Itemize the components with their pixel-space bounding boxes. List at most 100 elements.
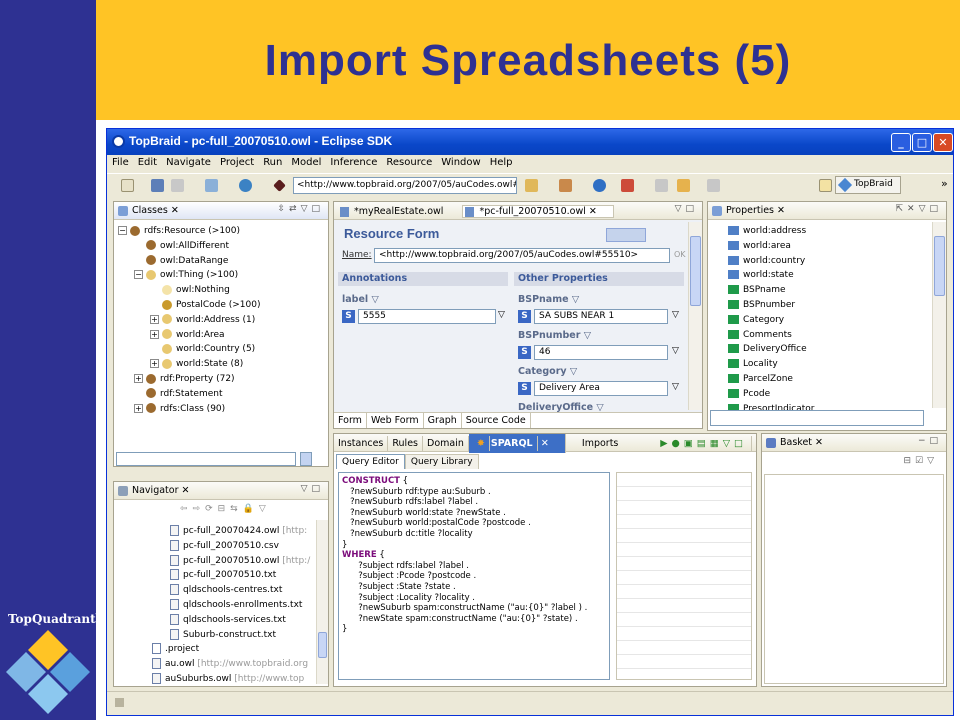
navigator-file-item[interactable]: pc-full_20070510.owl [http:/ [170, 554, 310, 569]
editor-tab-myrealestate[interactable]: *myRealEstate.owl [338, 206, 459, 217]
form-layout-icons[interactable] [606, 228, 646, 242]
save-icon[interactable] [151, 179, 164, 192]
tab-domain[interactable]: Domain [423, 436, 469, 451]
tab-imports[interactable]: Imports [578, 436, 622, 451]
tab-sparql[interactable]: ✸ SPARQL ✕ [468, 434, 566, 453]
tree-toggle[interactable]: − [134, 270, 143, 280]
navigator-scrollbar[interactable] [316, 520, 328, 684]
resource-name-field[interactable]: <http://www.topbraid.org/2007/05/auCodes… [374, 248, 670, 263]
property-item[interactable]: Pcode [728, 387, 770, 402]
menu-resource[interactable]: Resource [381, 155, 436, 168]
label-value-field[interactable]: 5555 [358, 309, 496, 324]
tree-toggle[interactable]: + [150, 329, 159, 339]
basket-tab[interactable]: Basket ✕ −□ [762, 434, 946, 452]
property-value-field[interactable]: Delivery Area [534, 381, 668, 396]
property-item[interactable]: BSPname [728, 283, 786, 298]
editor-tab-pc-full[interactable]: *pc-full_20070510.owl ✕ [462, 205, 614, 218]
navigator-file-item[interactable]: .project [152, 642, 199, 657]
forward-arrow-icon[interactable] [707, 179, 720, 192]
property-item[interactable]: DeliveryOffice [728, 342, 807, 357]
label-dropdown-icon[interactable]: ▽ [498, 310, 505, 320]
class-tree-item[interactable]: owl:AllDifferent [134, 239, 229, 254]
property-name[interactable]: BSPnumber ▽ [518, 330, 591, 341]
properties-tab[interactable]: Properties ✕ ⇱✕▽□ [708, 202, 946, 220]
menu-run[interactable]: Run [258, 155, 286, 168]
property-item[interactable]: world:address [728, 224, 806, 239]
classes-tab[interactable]: Classes ✕ ⇳⇄▽□ [114, 202, 328, 220]
navigator-file-item[interactable]: au.owl [http://www.topbraid.org [152, 657, 308, 672]
tab-web-form[interactable]: Web Form [367, 413, 424, 428]
property-dropdown-icon[interactable]: ▽ [672, 382, 679, 392]
tree-toggle[interactable]: + [150, 314, 159, 324]
new-icon[interactable] [121, 179, 134, 192]
import-icon[interactable] [559, 179, 572, 192]
navigator-file-item[interactable]: auSuburbs.owl [http://www.top [152, 672, 304, 686]
tree-toggle[interactable]: + [134, 374, 143, 383]
menu-project[interactable]: Project [215, 155, 258, 168]
stop-icon[interactable] [621, 179, 634, 192]
property-item[interactable]: world:area [728, 239, 791, 254]
navigator-toolbar[interactable]: ⇦⇨⟳⊟⇆🔒▽ [180, 504, 271, 514]
outline-icon[interactable] [205, 179, 218, 192]
properties-scrollbar[interactable] [932, 222, 946, 408]
subtab-query-library[interactable]: Query Library [404, 454, 479, 469]
menu-file[interactable]: File [107, 155, 133, 168]
basket-toolbar[interactable]: ⊟☑▽ [903, 456, 938, 466]
class-tree-item[interactable]: + world:State (8) [150, 357, 243, 372]
navigator-file-item[interactable]: qldschools-centres.txt [170, 583, 282, 598]
property-item[interactable]: world:country [728, 254, 805, 269]
ok-button[interactable]: OK [674, 250, 686, 259]
menu-model[interactable]: Model [286, 155, 325, 168]
class-tree-item[interactable]: − owl:Thing (>100) [134, 268, 238, 283]
editor-scrollbar[interactable] [688, 222, 702, 410]
property-item[interactable]: world:state [728, 268, 794, 283]
property-item[interactable]: Locality [728, 357, 778, 372]
property-dropdown-icon[interactable]: ▽ [672, 310, 679, 320]
class-tree-item[interactable]: + rdfs:Class (90) [134, 402, 225, 417]
tab-form[interactable]: Form [334, 413, 367, 428]
menu-help[interactable]: Help [485, 155, 517, 168]
class-tree-item[interactable]: rdf:Statement [134, 387, 223, 402]
navigator-file-item[interactable]: pc-full_20070424.owl [http: [170, 524, 307, 539]
class-tree-item[interactable]: owl:Nothing [150, 283, 230, 298]
navigator-tab[interactable]: Navigator ✕ ▽□ [114, 482, 328, 500]
tab-rules[interactable]: Rules [388, 436, 423, 451]
class-tree-item[interactable]: + world:Area [150, 328, 225, 343]
class-tree-item[interactable]: PostalCode (>100) [150, 298, 261, 313]
navigator-file-item[interactable]: pc-full_20070510.txt [170, 568, 276, 583]
menu-inference[interactable]: Inference [325, 155, 381, 168]
navigator-file-item[interactable]: Suburb-construct.txt [170, 628, 276, 643]
property-item[interactable]: ParcelZone [728, 372, 793, 387]
class-tree-item[interactable]: + rdf:Property (72) [134, 372, 235, 387]
tab-instances[interactable]: Instances [334, 436, 389, 451]
class-tree-item[interactable]: + world:Address (1) [150, 313, 255, 328]
tab-source-code[interactable]: Source Code [462, 413, 531, 428]
menu-navigate[interactable]: Navigate [161, 155, 215, 168]
run-icon[interactable] [593, 179, 606, 192]
perspective-topbraid-button[interactable]: TopBraid [835, 176, 901, 194]
tree-toggle[interactable]: + [134, 403, 143, 413]
back-grey-icon[interactable] [655, 179, 668, 192]
minimize-button[interactable]: _ [891, 133, 911, 152]
subtab-query-editor[interactable]: Query Editor [336, 454, 405, 469]
toolbar-more-chevron[interactable]: » [941, 177, 948, 190]
class-search-field[interactable] [116, 452, 296, 466]
navigator-file-item[interactable]: qldschools-enrollments.txt [170, 598, 302, 613]
back-arrow-icon[interactable] [677, 179, 690, 192]
class-tree-item[interactable]: owl:DataRange [134, 254, 228, 269]
menu-window[interactable]: Window [436, 155, 484, 168]
properties-search-field[interactable] [710, 410, 924, 426]
navigator-file-item[interactable]: pc-full_20070510.csv [170, 539, 279, 554]
property-name[interactable]: BSPname ▽ [518, 294, 579, 305]
editor-scroll-thumb[interactable] [690, 236, 701, 306]
tree-toggle[interactable]: + [150, 359, 159, 369]
home-icon[interactable] [525, 179, 538, 192]
property-name[interactable]: Category ▽ [518, 366, 577, 377]
navigator-scroll-thumb[interactable] [318, 632, 327, 658]
print-icon[interactable] [171, 179, 184, 192]
maximize-button[interactable]: □ [912, 133, 932, 152]
close-button[interactable]: ✕ [933, 133, 953, 152]
properties-scroll-thumb[interactable] [934, 236, 945, 296]
class-tree-item[interactable]: world:Country (5) [150, 342, 255, 357]
resource-url-field[interactable]: <http://www.topbraid.org/2007/05/auCodes… [293, 177, 517, 194]
